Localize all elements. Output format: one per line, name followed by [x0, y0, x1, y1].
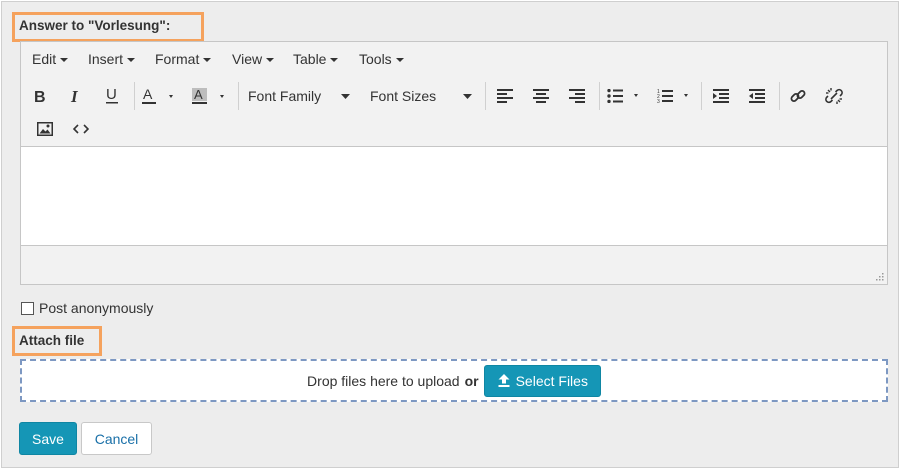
cancel-button[interactable]: Cancel [81, 422, 152, 455]
underline-button[interactable]: U [98, 83, 126, 109]
chevron-down-icon [60, 58, 69, 63]
menu-view-label: View [232, 51, 263, 67]
background-color-icon: A [192, 87, 224, 104]
toolbar-separator [701, 82, 702, 110]
svg-text:A: A [143, 87, 153, 102]
text-color-icon: A [142, 87, 173, 104]
toolbar-separator [599, 82, 600, 110]
menu-view[interactable]: View [232, 51, 275, 67]
save-label: Save [32, 430, 64, 447]
svg-text:A: A [194, 87, 203, 102]
chevron-down-icon [203, 58, 212, 63]
post-anonymously-label[interactable]: Post anonymously [39, 300, 153, 316]
align-left-button[interactable] [491, 83, 519, 109]
italic-icon: I [70, 88, 79, 104]
chevron-down-icon[interactable] [341, 94, 350, 100]
dropzone-text: Drop files here to upload [307, 372, 460, 389]
bold-button[interactable]: B [26, 83, 54, 109]
font-family-label: Font Family [248, 88, 322, 104]
menu-format-label: Format [155, 51, 200, 67]
unlink-icon [825, 88, 843, 104]
svg-text:3: 3 [657, 99, 660, 104]
answer-title: Answer to "Vorlesung": [19, 18, 171, 33]
unlink-button[interactable] [820, 83, 848, 109]
toolbar-separator [779, 82, 780, 110]
dropzone-content: Drop files here to upload or Select File… [22, 361, 886, 400]
rich-text-editor: Edit Insert Format View Table Tools B I … [20, 41, 888, 285]
save-button[interactable]: Save [19, 422, 77, 455]
numbered-list-button[interactable]: 123 [653, 83, 695, 109]
menu-tools-label: Tools [359, 51, 392, 67]
chevron-down-icon [330, 58, 339, 63]
menu-table[interactable]: Table [293, 51, 339, 67]
chevron-down-icon [127, 58, 136, 63]
chevron-down-icon [266, 58, 275, 63]
font-family-select[interactable]: Font Family [248, 88, 321, 104]
menu-format[interactable]: Format [155, 51, 212, 67]
select-files-button[interactable]: Select Files [483, 364, 601, 397]
image-icon [37, 122, 53, 136]
source-code-icon [73, 124, 89, 134]
svg-text:I: I [70, 88, 79, 104]
align-left-icon [497, 89, 513, 103]
align-center-icon [533, 89, 549, 103]
post-anonymously-checkbox[interactable] [21, 302, 34, 315]
svg-text:B: B [34, 89, 46, 104]
file-dropzone[interactable]: Drop files here to upload or Select File… [20, 359, 888, 402]
menu-table-label: Table [293, 51, 327, 67]
align-right-icon [569, 89, 585, 103]
editor-content-area[interactable] [21, 146, 887, 246]
svg-text:U: U [106, 87, 117, 103]
menu-edit-label: Edit [32, 51, 57, 67]
align-right-button[interactable] [563, 83, 591, 109]
indent-icon [749, 89, 765, 103]
source-code-button[interactable] [67, 116, 95, 142]
font-sizes-select[interactable]: Font Sizes [370, 88, 436, 104]
attach-title: Attach file [19, 333, 85, 348]
menu-tools[interactable]: Tools [359, 51, 404, 67]
toolbar-separator [134, 82, 135, 110]
text-color-button[interactable]: A [138, 83, 180, 109]
outdent-button[interactable] [707, 83, 735, 109]
insert-image-button[interactable] [31, 116, 59, 142]
cancel-label: Cancel [94, 430, 139, 447]
select-files-label: Select Files [515, 372, 588, 389]
editor-menubar: Edit Insert Format View Table Tools [21, 42, 887, 76]
outdent-icon [713, 89, 729, 103]
link-button[interactable] [784, 83, 812, 109]
align-center-button[interactable] [527, 83, 555, 109]
link-icon [790, 90, 806, 102]
answer-panel: Answer to "Vorlesung": Edit Insert Forma… [1, 1, 899, 468]
menu-insert[interactable]: Insert [88, 51, 136, 67]
bold-icon: B [34, 89, 46, 104]
dropzone-or: or [464, 372, 479, 389]
numbered-list-icon: 123 [657, 89, 688, 104]
toolbar-separator [238, 82, 239, 110]
menu-edit[interactable]: Edit [32, 51, 69, 67]
menu-insert-label: Insert [88, 51, 124, 67]
bullet-list-icon [607, 89, 638, 103]
font-sizes-label: Font Sizes [370, 88, 437, 104]
chevron-down-icon [395, 58, 404, 63]
background-color-button[interactable]: A [188, 83, 230, 109]
chevron-down-icon[interactable] [463, 94, 472, 100]
bullet-list-button[interactable] [603, 83, 645, 109]
underline-icon: U [106, 87, 118, 104]
indent-button[interactable] [743, 83, 771, 109]
upload-icon [498, 374, 510, 387]
toolbar-separator [485, 82, 486, 110]
italic-button[interactable]: I [62, 83, 90, 109]
resize-handle-icon[interactable] [874, 271, 884, 281]
